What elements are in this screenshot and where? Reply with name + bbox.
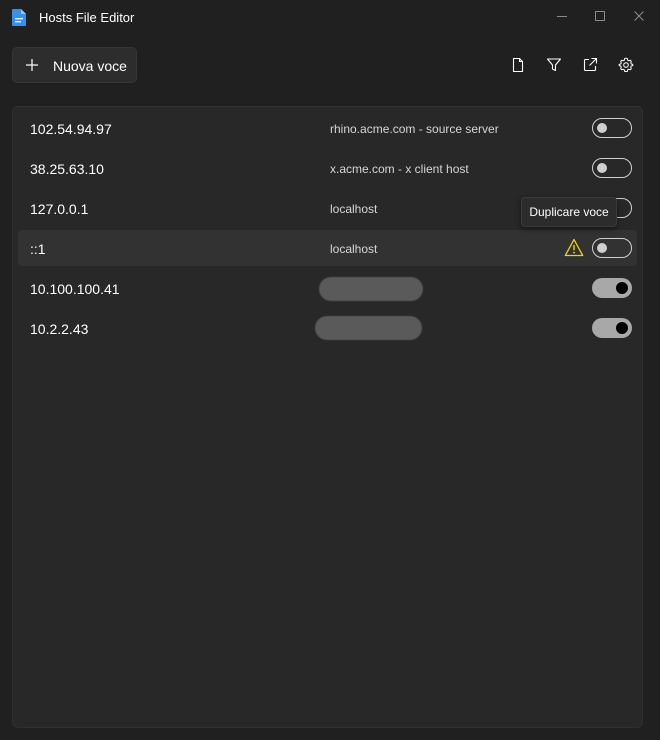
close-icon[interactable] [631, 8, 647, 24]
duplicate-entry-tooltip: Duplicare voce [521, 197, 617, 227]
entry-hosts: rhino.acme.com - source server [330, 122, 499, 136]
entry-address: 10.2.2.43 [30, 321, 89, 337]
entry-hosts: localhost [330, 242, 378, 256]
entry-toggle[interactable] [592, 158, 632, 178]
entry-hosts: x.acme.com - x client host [330, 162, 469, 176]
entry-address: 127.0.0.1 [30, 201, 89, 217]
toggle-knob [616, 282, 628, 294]
toggle-knob [616, 322, 628, 334]
entry-row[interactable]: 102.54.94.97 rhino.acme.com - source ser… [18, 110, 637, 146]
entry-address: 10.100.100.41 [30, 281, 120, 297]
open-external-icon[interactable] [582, 57, 598, 73]
entry-row[interactable]: 38.25.63.10 x.acme.com - x client host [18, 150, 637, 186]
redacted-hosts [319, 277, 423, 301]
entry-row[interactable]: 10.2.2.43 [18, 310, 637, 346]
new-entry-button[interactable]: Nuova voce [12, 47, 137, 83]
entry-toggle[interactable] [592, 278, 632, 298]
entry-hosts: localhost [330, 202, 378, 216]
minimize-icon[interactable] [554, 8, 570, 24]
new-entry-label: Nuova voce [53, 58, 127, 74]
redacted-hosts [315, 316, 422, 340]
toggle-knob [597, 163, 607, 173]
toggle-knob [597, 123, 607, 133]
filter-icon[interactable] [546, 57, 562, 73]
plus-icon [26, 59, 38, 71]
gear-icon[interactable] [618, 57, 634, 73]
entry-address: ::1 [30, 241, 46, 257]
entry-toggle[interactable] [592, 238, 632, 258]
maximize-icon[interactable] [592, 8, 608, 24]
entry-row[interactable]: 10.100.100.41 [18, 270, 637, 306]
entry-address: 102.54.94.97 [30, 121, 112, 137]
entry-address: 38.25.63.10 [30, 161, 104, 177]
window-title: Hosts File Editor [39, 10, 135, 25]
entry-row[interactable]: ::1 localhost [18, 230, 637, 266]
entry-toggle[interactable] [592, 118, 632, 138]
title-bar: Hosts File Editor [0, 0, 660, 34]
warning-icon[interactable] [564, 238, 584, 257]
entry-toggle[interactable] [592, 318, 632, 338]
file-icon[interactable] [510, 57, 526, 73]
hosts-file-app-icon [12, 9, 26, 26]
toggle-knob [597, 243, 607, 253]
